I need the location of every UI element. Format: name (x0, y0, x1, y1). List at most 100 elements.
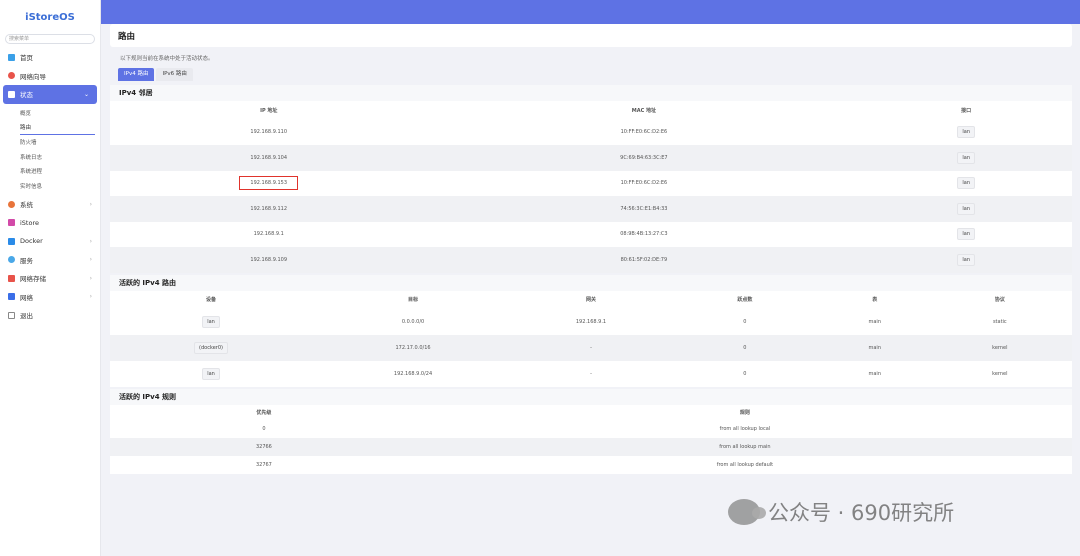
neighbors-table: IP 地址 MAC 地址 接口 192.168.9.110 10:FF:E0:6… (110, 101, 1072, 273)
home-icon (8, 53, 15, 61)
sidebar-item-label: 网络存储 (20, 275, 46, 284)
menu-search-input[interactable]: 搜索菜单 (5, 34, 95, 44)
chevron-down-icon: ⌄ (83, 90, 89, 98)
rules-table: 优先级 规则 0 from all lookup local 32766 fro… (110, 405, 1072, 474)
brand-logo[interactable]: iStoreOS (0, 0, 100, 34)
table-row: 0 from all lookup local (110, 420, 1072, 438)
sidebar-item-logout[interactable]: 退出 (0, 306, 100, 325)
ipv4-neighbors-section: IPv4 邻居 IP 地址 MAC 地址 接口 192.168.9.110 10… (110, 85, 1072, 273)
submenu-item-routes[interactable]: 路由 (20, 120, 95, 135)
target-cell: 192.168.9.0/24 (393, 370, 433, 377)
device-badge: lan (202, 315, 220, 328)
submenu-item-firewall[interactable]: 防火墙 (20, 135, 95, 150)
sidebar-item-system[interactable]: 系统 › (0, 195, 100, 214)
gateway-cell: 192.168.9.1 (575, 318, 607, 325)
rule-cell: from all lookup default (716, 461, 774, 468)
tab-ipv4-routes[interactable]: IPv4 路由 (118, 68, 155, 81)
submenu-item-overview[interactable]: 概览 (20, 106, 95, 121)
sidebar-item-docker[interactable]: Docker › (0, 232, 100, 251)
submenu-item-processes[interactable]: 系统进程 (20, 164, 95, 179)
column-header: 协议 (994, 297, 1005, 303)
sidebar-item-services[interactable]: 服务 › (0, 251, 100, 270)
sidebar-item-wizard[interactable]: 网络向导 (0, 67, 100, 86)
network-icon (8, 293, 15, 301)
table-row: 192.168.9.110 10:FF:E0:6C:D2:E6 lan (110, 119, 1072, 145)
sidebar-item-istore[interactable]: iStore (0, 214, 100, 233)
route-tabs: IPv4 路由 IPv6 路由 (118, 68, 1072, 81)
ip-cell: 192.168.9.112 (110, 196, 428, 222)
main-content: 路由 以下规则当前在系统中处于活动状态。 IPv4 路由 IPv6 路由 IPv… (110, 24, 1072, 474)
top-header-bar (101, 0, 1080, 24)
table-row: 32766 from all lookup main (110, 437, 1072, 456)
system-icon (8, 200, 15, 208)
sidebar-item-label: 首页 (20, 54, 33, 63)
priority-cell: 0 (262, 425, 266, 432)
priority-cell: 32767 (255, 461, 272, 468)
sidebar-item-label: 退出 (20, 312, 33, 321)
rule-cell: from all lookup main (417, 437, 1072, 456)
ipv4-rules-section: 活跃的 IPv4 规则 优先级 规则 0 from all lookup loc… (110, 388, 1072, 474)
sidebar-item-label: 服务 (20, 256, 33, 265)
sidebar-item-nas[interactable]: 网络存储 › (0, 269, 100, 288)
wechat-icon (728, 499, 766, 525)
target-cell: 172.17.0.0/16 (312, 334, 515, 361)
sidebar-item-label: 网络向导 (20, 72, 46, 81)
storage-icon (8, 274, 15, 282)
sidebar-item-label: Docker (20, 237, 43, 246)
metric-cell: 0 (743, 318, 747, 325)
column-header: 网关 (585, 297, 596, 303)
status-icon (8, 90, 15, 98)
protocol-cell: kernel (927, 334, 1072, 361)
table-row: 32767 from all lookup default (110, 456, 1072, 474)
sidebar-item-status[interactable]: 状态 ⌄ (3, 85, 97, 104)
service-icon (8, 256, 15, 264)
column-header: 接口 (961, 107, 972, 114)
status-submenu: 概览 路由 防火墙 系统日志 系统进程 实时信息 (0, 106, 100, 194)
routes-table: 设备 目标 网关 跃点数 表 协议 lan 0.0.0.0/0 192.168.… (110, 291, 1072, 387)
interface-badge: lan (957, 253, 975, 266)
store-icon (8, 219, 15, 227)
ip-cell: 192.168.9.109 (110, 247, 428, 273)
device-badge: lan (202, 367, 220, 380)
table-row: lan 0.0.0.0/0 192.168.9.1 0 main static (110, 309, 1072, 335)
docker-icon (8, 237, 15, 245)
submenu-item-syslog[interactable]: 系统日志 (20, 149, 95, 164)
sidebar-item-label: 状态 (20, 91, 33, 100)
submenu-item-realtime[interactable]: 实时信息 (20, 178, 95, 193)
rule-cell: from all lookup local (719, 425, 771, 432)
interface-badge: lan (957, 177, 975, 190)
mac-cell: 9C:69:B4:63:3C:E7 (427, 145, 861, 171)
sidebar-item-network[interactable]: 网络 › (0, 288, 100, 307)
protocol-cell: kernel (992, 370, 1008, 377)
interface-badge: lan (957, 202, 975, 215)
mac-cell: 10:FF:E0:6C:D2:E6 (620, 129, 668, 135)
table-row: 192.168.9.1 08:9B:4B:13:27:C3 lan (110, 222, 1072, 248)
sidebar-item-label: 网络 (20, 293, 33, 302)
table-row: 192.168.9.112 74:56:3C:E1:B4:33 lan (110, 196, 1072, 222)
page-title: 路由 (110, 24, 1072, 47)
ip-cell: 192.168.9.1 (253, 231, 284, 238)
chevron-right-icon: › (89, 293, 92, 301)
watermark-text: 公众号 · 690研究所 (768, 501, 955, 525)
protocol-cell: static (992, 318, 1007, 325)
table-row: 192.168.9.109 80:61:5F:02:DE:79 lan (110, 247, 1072, 273)
target-cell: 0.0.0.0/0 (401, 318, 425, 325)
column-header: 优先级 (256, 409, 272, 416)
gateway-cell: - (590, 370, 592, 377)
chevron-right-icon: › (89, 274, 92, 282)
logout-icon (8, 311, 15, 319)
sidebar-item-label: iStore (20, 218, 39, 227)
sidebar-item-home[interactable]: 首页 (0, 48, 100, 67)
table-row: lan 192.168.9.0/24 - 0 main kernel (110, 361, 1072, 387)
tab-ipv6-routes[interactable]: IPv6 路由 (156, 68, 193, 81)
wizard-icon (8, 72, 15, 80)
sidebar-item-label: 系统 (20, 201, 33, 210)
ip-cell-highlighted: 192.168.9.153 (239, 176, 299, 191)
metric-cell: 0 (667, 334, 822, 361)
mac-cell: 74:56:3C:E1:B4:33 (427, 196, 861, 222)
column-header: 设备 (206, 297, 217, 303)
column-header: MAC 地址 (631, 107, 657, 114)
table-cell: main (868, 370, 882, 377)
mac-cell: 10:FF:E0:6C:D2:E6 (620, 180, 668, 187)
column-header: IP 地址 (260, 107, 278, 114)
